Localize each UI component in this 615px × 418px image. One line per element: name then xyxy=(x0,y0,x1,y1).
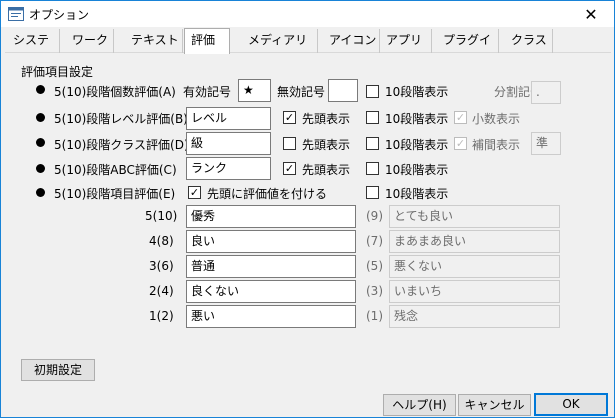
ok-button[interactable]: OK xyxy=(534,393,608,416)
level-1-alt-input[interactable]: 残念 xyxy=(389,305,560,328)
row-c-name-input[interactable]: ランク xyxy=(186,157,271,180)
valid-symbol-input[interactable]: ★ xyxy=(238,79,271,102)
level-5-alt-input[interactable]: 悪くない xyxy=(389,255,560,278)
tab-app[interactable]: アプリ xyxy=(380,29,432,53)
row-b-decimal-checkbox[interactable]: ✓ xyxy=(454,111,467,124)
row-d-ten-step-checkbox[interactable] xyxy=(366,137,379,150)
level-number: 4(8) xyxy=(149,234,174,248)
row-a-ten-step-checkbox[interactable] xyxy=(366,85,379,98)
separator-symbol-input[interactable]: . xyxy=(531,81,561,104)
row-d-name-input[interactable]: 級 xyxy=(186,132,271,155)
level-number: 2(4) xyxy=(149,284,174,298)
tab-rating[interactable]: 評価 xyxy=(184,28,230,54)
row-d-label: 5(10)段階クラス評価(D) xyxy=(54,138,189,152)
row-c-ten-step-checkbox[interactable] xyxy=(366,162,379,175)
level-alt-number: (1) xyxy=(366,309,383,323)
app-icon xyxy=(8,7,24,21)
level-number: 1(2) xyxy=(149,309,174,323)
row-b-name-input[interactable]: レベル xyxy=(186,107,271,130)
row-b-ten-step-checkbox[interactable] xyxy=(366,111,379,124)
level-7-input[interactable]: まあまあ良い xyxy=(389,230,560,253)
tab-plugin[interactable]: プラグイン xyxy=(437,29,499,69)
reset-defaults-button[interactable]: 初期設定 xyxy=(21,359,95,381)
bullet-icon xyxy=(36,113,45,122)
row-b-label: 5(10)段階レベル評価(B) xyxy=(54,112,188,126)
row-c-label: 5(10)段階ABC評価(C) xyxy=(54,163,177,177)
row-c-prefix-label: 先頭表示 xyxy=(302,163,351,177)
row-e-prefix-value-checkbox[interactable]: ✓ xyxy=(188,186,201,199)
valid-symbol-label: 有効記号 xyxy=(183,85,232,99)
level-1-input[interactable]: 悪い xyxy=(186,305,356,328)
row-d-ten-step-label: 10段階表示 xyxy=(385,138,449,152)
level-9-input[interactable]: とても良い xyxy=(389,205,560,228)
bullet-icon xyxy=(36,164,45,173)
tab-work[interactable]: ワーク xyxy=(66,29,114,53)
row-d-prefix-checkbox[interactable] xyxy=(283,137,296,150)
level-4-input[interactable]: 良い xyxy=(186,230,356,253)
tab-system[interactable]: システム xyxy=(7,29,60,69)
level-alt-number: (9) xyxy=(366,209,383,223)
level-alt-number: (5) xyxy=(366,259,383,273)
row-d-interpolate-label: 補間表示 xyxy=(472,138,521,152)
row-c-prefix-checkbox[interactable]: ✓ xyxy=(283,162,296,175)
row-e-prefix-value-label: 先頭に評価値を付ける xyxy=(207,187,328,201)
tab-text[interactable]: テキスト xyxy=(125,29,183,53)
level-2-input[interactable]: 良くない xyxy=(186,280,356,303)
level-3-input[interactable]: 普通 xyxy=(186,255,356,278)
row-b-decimal-label: 小数表示 xyxy=(472,112,521,126)
bullet-icon xyxy=(36,138,45,147)
level-3-alt-input[interactable]: いまいち xyxy=(389,280,560,303)
help-button[interactable]: ヘルプ(H) xyxy=(383,394,456,416)
row-a-label: 5(10)段階個数評価(A) xyxy=(54,85,176,99)
row-a-ten-step-label: 10段階表示 xyxy=(385,85,449,99)
level-number: 5(10) xyxy=(145,209,178,223)
bullet-icon xyxy=(36,188,45,197)
options-window: オプション ✕ システム ワーク テキスト 評価 メディアリンク アイコン アプ… xyxy=(0,0,615,418)
close-button[interactable]: ✕ xyxy=(568,1,614,27)
close-icon: ✕ xyxy=(584,4,598,24)
row-d-interpolate-input[interactable]: 準 xyxy=(531,132,561,155)
tab-media-link[interactable]: メディアリンク xyxy=(242,29,318,69)
row-e-label: 5(10)段階項目評価(E) xyxy=(54,187,176,201)
tab-bar: システム ワーク テキスト 評価 メディアリンク アイコン アプリ プラグイン … xyxy=(5,28,611,69)
row-d-interpolate-checkbox[interactable]: ✓ xyxy=(454,137,467,150)
row-b-prefix-checkbox[interactable]: ✓ xyxy=(283,111,296,124)
window-title: オプション xyxy=(29,8,90,22)
level-alt-number: (7) xyxy=(366,234,383,248)
rating-panel: 評価項目設定 5(10)段階個数評価(A) 有効記号 ★ 無効記号 10段階表示… xyxy=(7,54,610,384)
level-5-input[interactable]: 優秀 xyxy=(186,205,356,228)
row-e-ten-step-label: 10段階表示 xyxy=(385,187,449,201)
invalid-symbol-label: 無効記号 xyxy=(277,85,326,99)
row-b-ten-step-label: 10段階表示 xyxy=(385,112,449,126)
group-label: 評価項目設定 xyxy=(21,65,94,79)
invalid-symbol-input[interactable] xyxy=(328,79,358,102)
row-b-prefix-label: 先頭表示 xyxy=(302,112,351,126)
level-number: 3(6) xyxy=(149,259,174,273)
row-d-prefix-label: 先頭表示 xyxy=(302,138,351,152)
cancel-button[interactable]: キャンセル xyxy=(458,394,531,416)
row-e-ten-step-checkbox[interactable] xyxy=(366,186,379,199)
title-bar: オプション ✕ xyxy=(1,1,614,27)
tab-icon[interactable]: アイコン xyxy=(323,29,380,53)
level-alt-number: (3) xyxy=(366,284,383,298)
bullet-icon xyxy=(36,85,45,94)
tab-class[interactable]: クラス xyxy=(505,29,553,53)
row-c-ten-step-label: 10段階表示 xyxy=(385,163,449,177)
